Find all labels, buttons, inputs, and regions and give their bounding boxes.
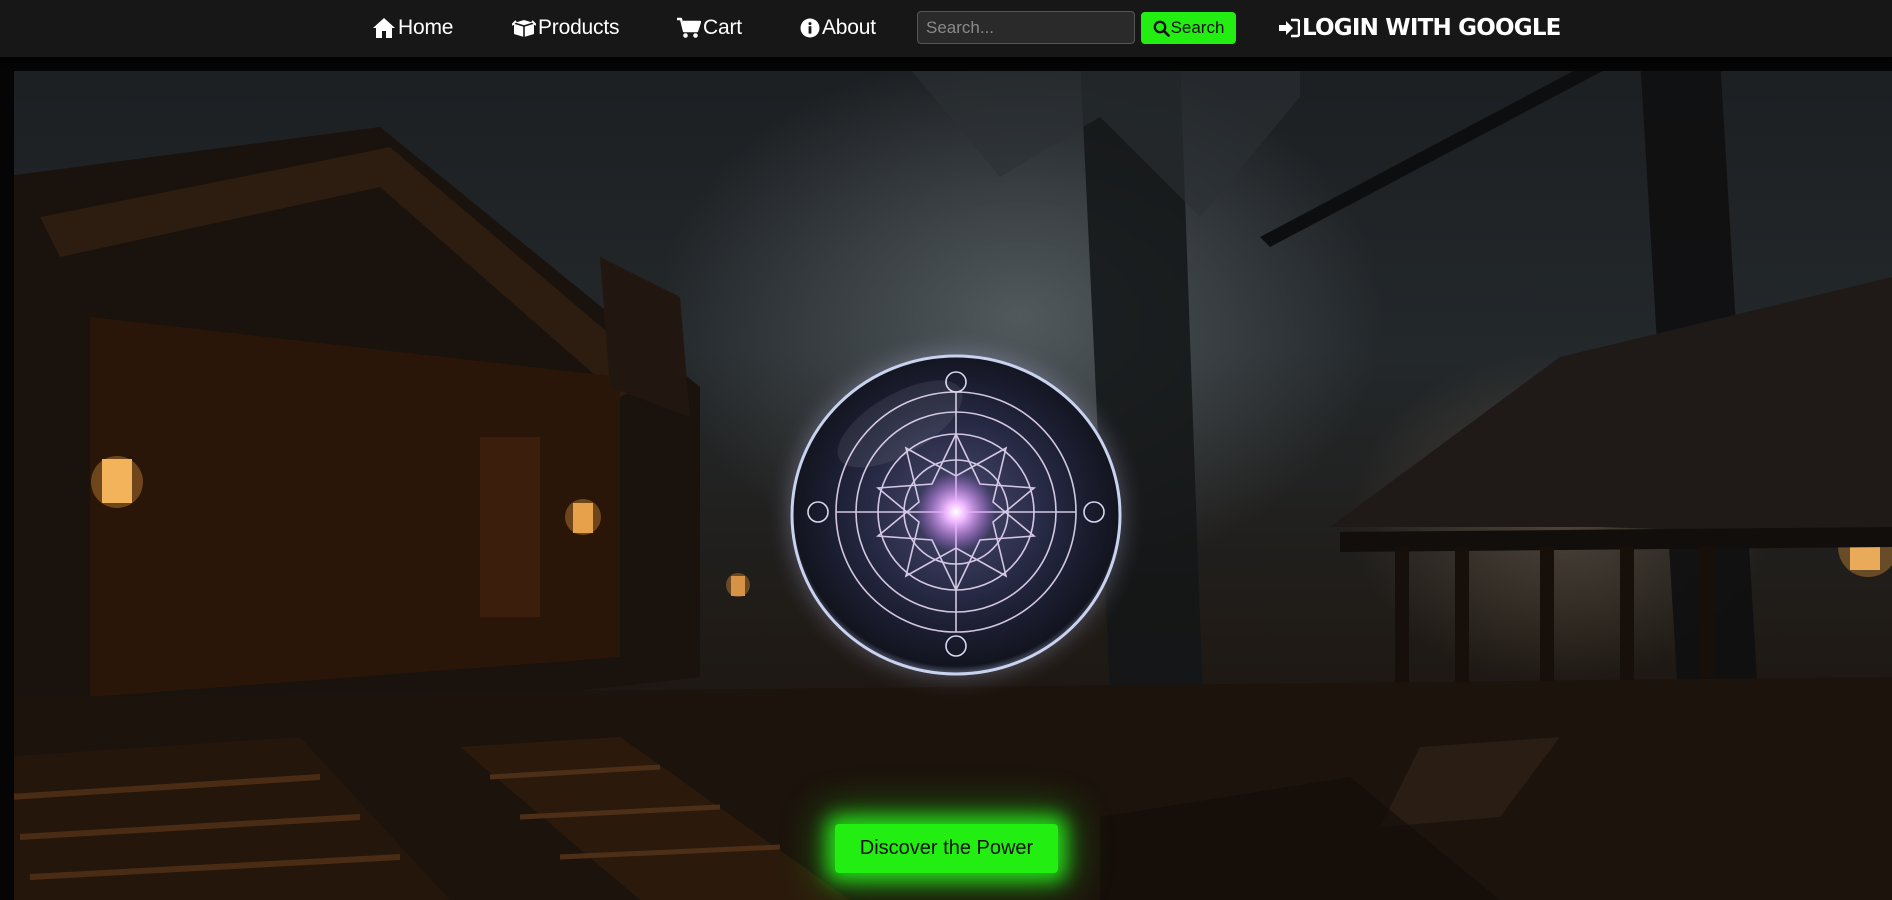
nav-home-link[interactable]: Home [372,12,453,44]
box-icon [512,20,536,37]
cart-icon [677,17,701,38]
top-navbar: Home Products Cart About Search... Searc… [0,0,1892,57]
crystal-orb-image [790,354,1122,676]
login-with-google-link[interactable]: LOGIN WITH GOOGLE [1278,12,1561,44]
hero-section: Discover the Power [0,57,1892,900]
sign-in-icon [1279,18,1300,38]
home-icon [373,18,395,38]
nav-products-link[interactable]: Products [512,12,619,44]
search-icon [1153,20,1170,37]
info-icon [800,18,820,38]
search-input[interactable] [917,11,1135,44]
discover-the-power-button[interactable]: Discover the Power [835,824,1058,873]
search-button[interactable]: Search [1141,12,1236,44]
nav-cart-link[interactable]: Cart [677,12,742,44]
search-button-label: Search [1170,18,1225,37]
nav-home-label: Home [398,16,454,39]
nav-about-label: About [822,16,876,39]
nav-products-label: Products [538,16,620,39]
nav-about-link[interactable]: About [800,12,876,44]
nav-cart-label: Cart [703,16,742,39]
login-label: LOGIN WITH GOOGLE [1302,15,1561,41]
